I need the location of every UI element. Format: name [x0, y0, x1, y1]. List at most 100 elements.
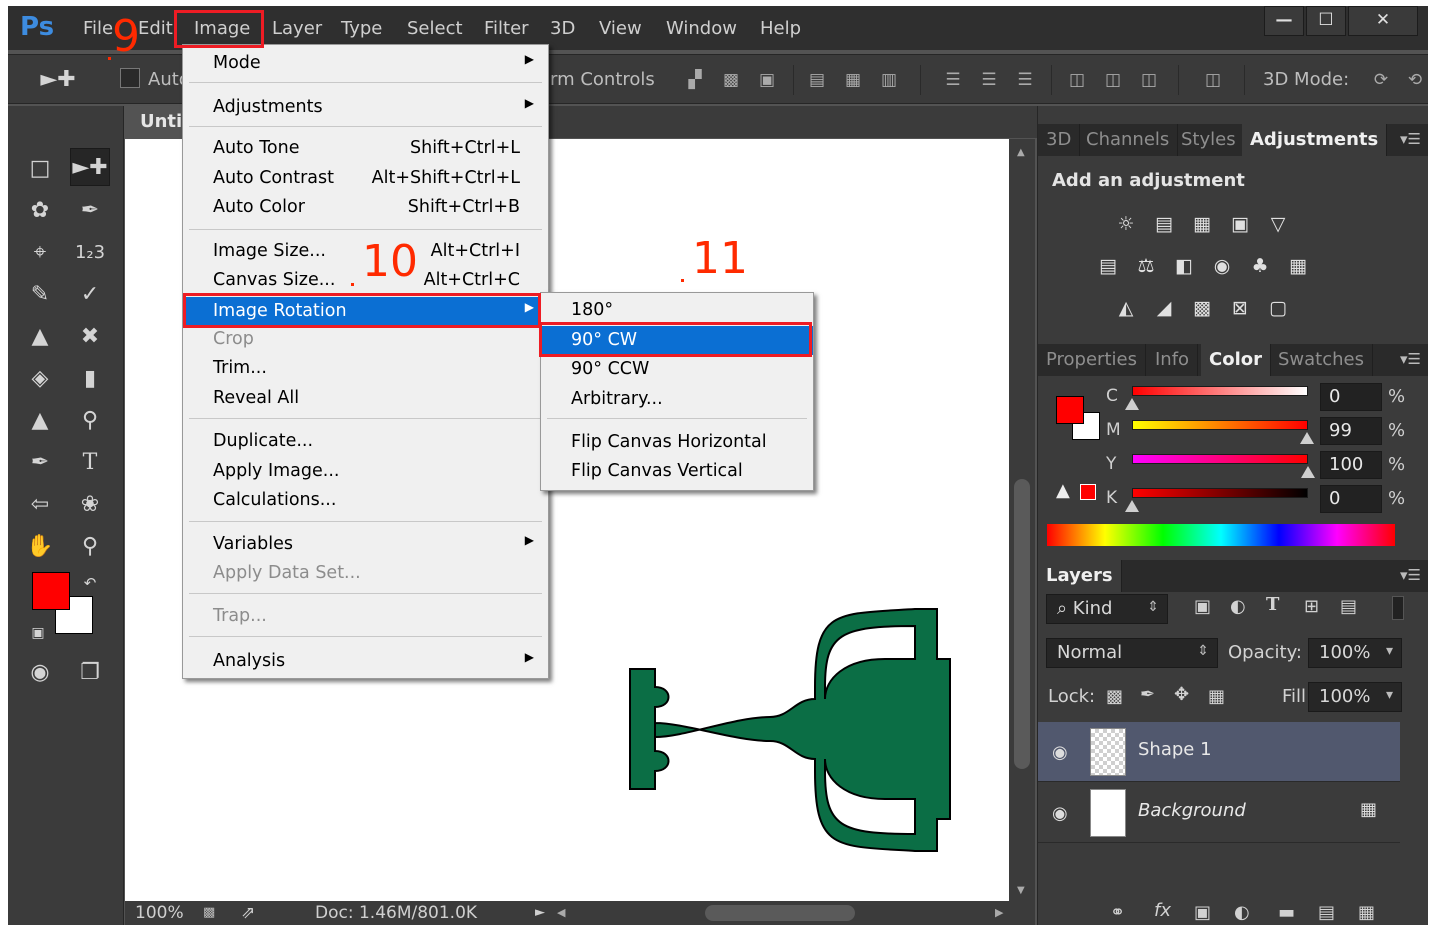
info-expand-icon[interactable]: ► [535, 905, 545, 920]
menu-item-trap[interactable]: Trap... [183, 602, 548, 631]
distribute-left-icon[interactable]: ◫ [1066, 69, 1088, 91]
filter-smart-object-icon[interactable]: ▤ [1340, 596, 1357, 617]
distribute-right-icon[interactable]: ◫ [1138, 69, 1160, 91]
cyan-value[interactable]: 0 [1320, 383, 1382, 411]
trash-icon[interactable]: ▦ [1358, 902, 1375, 923]
gradient-tool-icon[interactable]: ▮ [70, 360, 110, 398]
gradient-map-icon[interactable]: ▢ [1264, 296, 1292, 320]
align-hcenter-icon[interactable]: ▦ [842, 69, 864, 91]
black-white-icon[interactable]: ◧ [1170, 254, 1198, 278]
color-lookup-icon[interactable]: ▦ [1284, 254, 1312, 278]
blur-tool-icon[interactable]: ▲ [20, 402, 60, 440]
scroll-right-icon[interactable]: ▶ [995, 906, 1003, 919]
panel-menu-icon[interactable]: ▾☰ [1400, 566, 1421, 584]
channel-mixer-icon[interactable]: ♣ [1246, 254, 1274, 278]
crop-tool-icon[interactable]: ⌖ [20, 234, 60, 272]
menu-edit[interactable]: Edit [138, 18, 173, 39]
layer-name[interactable]: Background [1138, 800, 1246, 821]
menu-item-trim[interactable]: Trim... [183, 354, 548, 383]
layer-filter-dropdown[interactable]: ⌕ Kind ⇕ [1046, 594, 1168, 624]
gamut-color-swatch[interactable] [1080, 484, 1096, 500]
layer-row-background[interactable]: ◉ Background ▦ [1038, 783, 1400, 843]
close-button[interactable]: ✕ [1348, 6, 1418, 36]
new-layer-icon[interactable]: ▤ [1318, 902, 1335, 923]
move-tool-icon[interactable]: ►✚ [70, 148, 110, 186]
menu-item-duplicate[interactable]: Duplicate... [183, 427, 548, 456]
menu-item-apply-data-set[interactable]: Apply Data Set... [183, 559, 548, 588]
document-tab[interactable]: Unti [125, 106, 185, 138]
menu-layer[interactable]: Layer [272, 18, 322, 39]
curves-icon[interactable]: ▦ [1188, 212, 1216, 236]
quick-mask-icon[interactable]: ◉ [20, 654, 60, 692]
tab-color[interactable]: Color [1201, 344, 1271, 376]
filter-toggle[interactable] [1392, 596, 1404, 620]
lasso-tool-icon[interactable]: ✿ [20, 192, 60, 230]
path-select-icon[interactable]: ⇦ [20, 486, 60, 524]
fx-icon[interactable]: fx [1154, 900, 1171, 921]
threshold-icon[interactable]: ▩ [1188, 296, 1216, 320]
menu-item-auto-contrast[interactable]: Auto Contrast Alt+Shift+Ctrl+L [183, 164, 548, 193]
align-bottom-icon[interactable]: ▣ [756, 69, 778, 91]
fill-field[interactable]: 100% ▾ [1308, 682, 1402, 712]
menu-view[interactable]: View [599, 18, 642, 39]
move-tool-preset-icon[interactable]: ►✚ [38, 61, 78, 99]
brush-tool-icon[interactable]: ✓ [70, 276, 110, 314]
posterize-icon[interactable]: ◢ [1150, 296, 1178, 320]
quick-select-tool-icon[interactable]: ✒ [70, 192, 110, 230]
tab-swatches[interactable]: Swatches [1270, 344, 1373, 376]
selective-color-icon[interactable]: ⊠ [1226, 296, 1254, 320]
cyan-slider[interactable] [1132, 386, 1308, 396]
tab-adjustments[interactable]: Adjustments [1242, 124, 1388, 156]
tab-layers[interactable]: Layers [1038, 560, 1122, 592]
menu-item-adjustments[interactable]: Adjustments ▶ [183, 93, 548, 122]
tab-properties[interactable]: Properties [1038, 344, 1146, 376]
menu-item-reveal-all[interactable]: Reveal All [183, 384, 548, 413]
share-icon[interactable]: ⇗ [241, 903, 255, 923]
new-group-icon[interactable]: ▬ [1278, 902, 1295, 923]
magenta-slider-handle[interactable] [1300, 432, 1314, 444]
menu-item-variables[interactable]: Variables ▶ [183, 530, 548, 559]
black-slider[interactable] [1132, 488, 1308, 498]
pen-tool-icon[interactable]: ✒ [20, 444, 60, 482]
menu-3d[interactable]: 3D [550, 18, 575, 39]
filter-adjustment-icon[interactable]: ◐ [1230, 596, 1246, 617]
menu-window[interactable]: Window [666, 18, 737, 39]
layer-name[interactable]: Shape 1 [1138, 739, 1212, 760]
default-colors-icon[interactable]: ▣ [18, 614, 58, 652]
chevron-down-icon[interactable]: ▾ [1386, 687, 1393, 703]
minimize-button[interactable]: — [1264, 6, 1304, 36]
visibility-eye-icon[interactable]: ◉ [1052, 803, 1068, 824]
magenta-slider[interactable] [1132, 420, 1308, 430]
align-right-icon[interactable]: ▥ [878, 69, 900, 91]
auto-select-checkbox[interactable] [120, 68, 140, 88]
menu-filter[interactable]: Filter [484, 18, 529, 39]
hue-saturation-icon[interactable]: ▤ [1094, 254, 1122, 278]
filter-type-icon[interactable]: T [1266, 594, 1279, 615]
link-layers-icon[interactable]: ⚭ [1110, 902, 1125, 923]
yellow-slider[interactable] [1132, 454, 1308, 464]
menu-item-auto-tone[interactable]: Auto Tone Shift+Ctrl+L [183, 134, 548, 163]
zoom-tool-icon[interactable]: ⚲ [70, 528, 110, 566]
menu-item-apply-image[interactable]: Apply Image... [183, 457, 548, 486]
visibility-eye-icon[interactable]: ◉ [1052, 742, 1068, 763]
color-fg-swatch[interactable] [1056, 396, 1084, 424]
invert-icon[interactable]: ◭ [1112, 296, 1140, 320]
menu-item-auto-color[interactable]: Auto Color Shift+Ctrl+B [183, 193, 548, 222]
marquee-tool-icon[interactable]: □ [20, 150, 60, 188]
vibrance-icon[interactable]: ▽ [1264, 212, 1292, 236]
opacity-field[interactable]: 100% ▾ [1308, 638, 1402, 668]
menu-item-flip-vertical[interactable]: Flip Canvas Vertical [541, 457, 813, 486]
dodge-tool-icon[interactable]: ⚲ [70, 402, 110, 440]
distribute-vcenter-icon[interactable]: ☰ [978, 69, 1000, 91]
tab-3d[interactable]: 3D [1038, 124, 1081, 156]
lock-all-icon[interactable]: ▦ [1208, 686, 1225, 707]
scroll-left-icon[interactable]: ◀ [557, 906, 565, 919]
photo-filter-icon[interactable]: ◉ [1208, 254, 1236, 278]
lock-position-icon[interactable]: ✥ [1174, 684, 1189, 705]
add-mask-icon[interactable]: ▣ [1194, 902, 1211, 923]
magenta-value[interactable]: 99 [1320, 417, 1382, 445]
new-adjustment-icon[interactable]: ◐ [1234, 902, 1250, 923]
zoom-level[interactable]: 100% [135, 903, 184, 923]
align-left-icon[interactable]: ▤ [806, 69, 828, 91]
distribute-hcenter-icon[interactable]: ◫ [1102, 69, 1124, 91]
